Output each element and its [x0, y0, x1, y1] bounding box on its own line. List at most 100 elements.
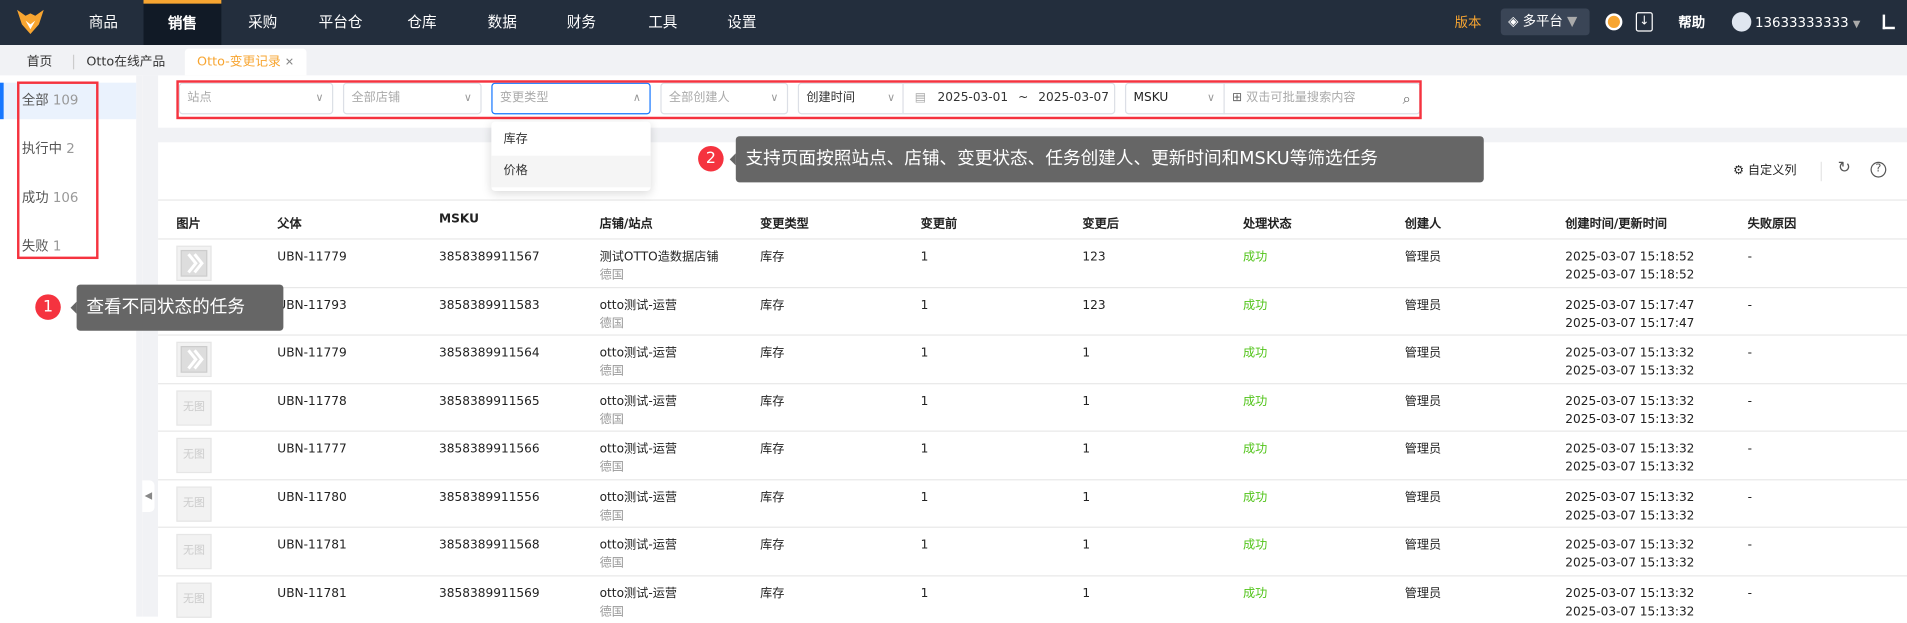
custom-columns-button[interactable]: ⚙ 自定义列 — [1733, 162, 1796, 181]
store-name: otto测试-运营 — [599, 538, 678, 553]
annotation-badge-2: 2 — [698, 145, 724, 172]
annotation-tooltip-2: 支持页面按照站点、店铺、变更状态、任务创建人、更新时间和MSKU等筛选任务 — [735, 136, 1484, 183]
fullscreen-icon[interactable] — [1882, 14, 1895, 30]
value-before: 1 — [920, 394, 929, 409]
avatar[interactable] — [1731, 12, 1752, 32]
value-before: 1 — [920, 250, 929, 264]
created-time: 2025-03-07 15:13:32 — [1565, 490, 1695, 505]
site-name: 德国 — [599, 460, 624, 475]
column-header: 创建时间/更新时间 — [1565, 217, 1667, 232]
tab-otto-change-log[interactable]: Otto-变更记录 ✕ — [184, 48, 307, 76]
updated-time: 2025-03-07 15:13:32 — [1565, 364, 1695, 379]
tab-home[interactable]: 首页 — [27, 49, 53, 76]
parent-sku: UBN-11778 — [277, 394, 347, 409]
tab-otto-products[interactable]: Otto在线产品 — [86, 49, 165, 76]
msku: 3858389911583 — [439, 298, 540, 312]
timestamps: 2025-03-07 15:13:32 2025-03-07 15:13:32 — [1565, 344, 1694, 380]
nav-item[interactable]: 平台仓 — [302, 0, 380, 45]
site-name: 德国 — [599, 268, 624, 283]
created-time: 2025-03-07 15:13:32 — [1565, 394, 1695, 409]
platform-label: 多平台 — [1522, 13, 1563, 30]
status-badge: 成功 — [1242, 250, 1268, 264]
parent-sku: UBN-11780 — [277, 490, 347, 505]
change-type: 库存 — [760, 250, 785, 264]
column-header: MSKU — [439, 212, 480, 227]
close-icon[interactable]: ✕ — [285, 57, 294, 69]
version-link[interactable]: 版本 — [1455, 0, 1482, 45]
product-image[interactable] — [176, 341, 212, 378]
store-name: otto测试-运营 — [599, 394, 678, 409]
no-image-placeholder: 无图 — [176, 485, 212, 522]
site-name: 德国 — [599, 605, 624, 619]
store-site: 测试OTTO造数据店铺 德国 — [600, 248, 719, 284]
msku: 3858389911568 — [439, 538, 540, 553]
top-nav: 商品 销售 采购 平台仓 仓库 数据 财务 工具 设置 版本 ◈ 多平台 ▼ ↓ 帮助 1363… — [0, 0, 1907, 45]
msku: 3858389911567 — [439, 250, 540, 264]
table-row[interactable]: 无图 UBN-11780 3858389911556 otto测试-运营 德国 库存 1 1 成… — [158, 478, 1907, 527]
msku: 3858389911566 — [439, 442, 540, 457]
nav-item[interactable]: 商品 — [64, 0, 142, 45]
creator: 管理员 — [1404, 490, 1442, 505]
no-image-placeholder: 无图 — [176, 389, 212, 426]
table-row[interactable]: UBN-11779 3858389911564 otto测试-运营 德国 库存 1 1 成功 管… — [158, 334, 1907, 383]
dropdown-option-price[interactable]: 价格 — [491, 155, 651, 188]
timestamps: 2025-03-07 15:13:32 2025-03-07 15:13:32 — [1565, 440, 1694, 476]
toolbar-divider — [1820, 161, 1822, 182]
logo-icon[interactable] — [17, 9, 44, 35]
no-image-placeholder: 无图 — [176, 437, 212, 474]
site-name: 德国 — [599, 508, 624, 523]
support-icon[interactable] — [1605, 13, 1623, 31]
value-before: 1 — [920, 586, 929, 601]
column-header: 创建人 — [1404, 217, 1442, 232]
updated-time: 2025-03-07 15:13:32 — [1565, 605, 1695, 619]
help-link[interactable]: 帮助 — [1678, 0, 1705, 45]
refresh-icon[interactable]: ↻ — [1838, 159, 1851, 177]
value-after: 1 — [1082, 442, 1091, 457]
created-time: 2025-03-07 15:13:32 — [1565, 586, 1695, 601]
caret-down-icon: ▼ — [1852, 18, 1861, 30]
store-name: otto测试-运营 — [599, 586, 678, 601]
product-image[interactable] — [176, 245, 212, 281]
table-row[interactable]: UBN-11793 3858389911583 otto测试-运营 德国 库存 1 123 成… — [158, 286, 1907, 335]
status-badge: 成功 — [1242, 298, 1268, 312]
table-row[interactable]: UBN-11779 3858389911567 测试OTTO造数据店铺 德国 库存 1 12… — [158, 238, 1907, 287]
updated-time: 2025-03-07 15:13:32 — [1565, 460, 1695, 475]
msku: 3858389911569 — [439, 586, 540, 601]
column-header: 变更类型 — [760, 217, 809, 232]
settings-icon: ⚙ — [1733, 164, 1744, 178]
created-time: 2025-03-07 15:18:52 — [1565, 250, 1695, 264]
platform-switch[interactable]: ◈ 多平台 ▼ — [1500, 8, 1590, 36]
annotation-tooltip-1: 查看不同状态的任务 — [76, 284, 284, 331]
help-icon[interactable]: ? — [1870, 161, 1887, 178]
status-badge: 成功 — [1242, 538, 1268, 553]
store-name: otto测试-运营 — [599, 346, 678, 360]
table-row[interactable]: 无图 UBN-11778 3858389911565 otto测试-运营 德国 库存 1 1 成… — [158, 382, 1907, 431]
change-type: 库存 — [760, 346, 785, 360]
table-row[interactable]: 无图 UBN-11781 3858389911568 otto测试-运营 德国 库存 1 1 成… — [158, 526, 1907, 575]
status-badge: 成功 — [1242, 394, 1268, 409]
column-header: 父体 — [277, 217, 302, 232]
value-after: 1 — [1082, 346, 1091, 360]
msku: 3858389911564 — [439, 346, 540, 360]
nav-item[interactable]: 数据 — [463, 0, 541, 45]
store-name: otto测试-运营 — [599, 490, 678, 505]
table-row[interactable]: 无图 UBN-11781 3858389911569 otto测试-运营 德国 库存 1 1 成… — [158, 574, 1907, 623]
value-after: 123 — [1082, 250, 1106, 264]
store-name: otto测试-运营 — [599, 442, 678, 457]
nav-item[interactable]: 工具 — [624, 0, 702, 45]
nav-item[interactable]: 销售 — [143, 0, 222, 45]
table-row[interactable]: 无图 UBN-11777 3858389911566 otto测试-运营 德国 库存 1 1 成… — [158, 430, 1907, 479]
store-name: otto测试-运营 — [599, 298, 678, 312]
change-type: 库存 — [760, 298, 785, 312]
dropdown-option-stock[interactable]: 库存 — [491, 124, 650, 156]
updated-time: 2025-03-07 15:17:47 — [1565, 316, 1695, 331]
nav-item[interactable]: 财务 — [542, 0, 620, 45]
nav-item[interactable]: 设置 — [703, 0, 781, 45]
nav-item[interactable]: 仓库 — [383, 0, 461, 45]
download-icon[interactable]: ↓ — [1635, 12, 1653, 32]
site-name: 德国 — [599, 412, 624, 427]
collapse-handle[interactable]: ◀ — [142, 480, 155, 513]
user-menu[interactable]: 13633333333 ▼ — [1755, 0, 1860, 46]
nav-item[interactable]: 采购 — [224, 0, 302, 45]
store-site: otto测试-运营 德国 — [600, 584, 677, 620]
